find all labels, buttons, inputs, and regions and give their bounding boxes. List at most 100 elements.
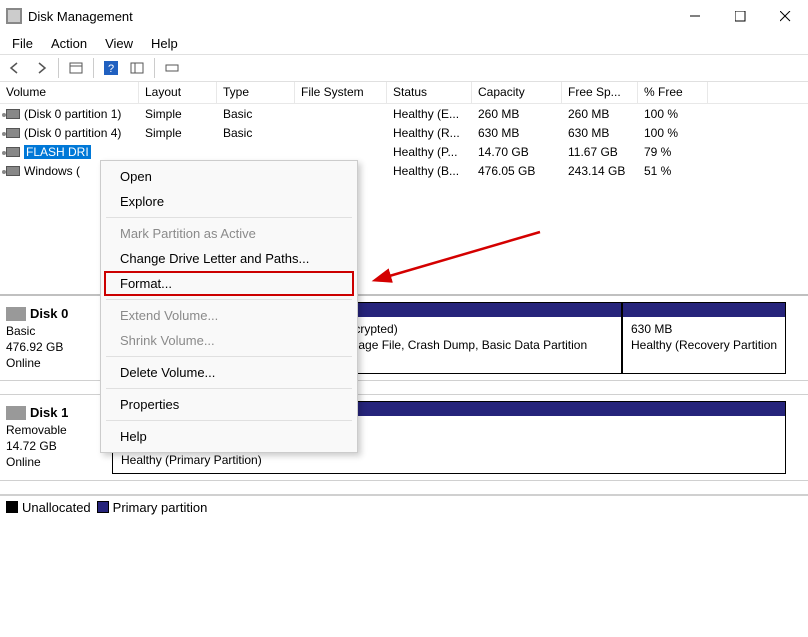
legend-swatch-unallocated <box>6 501 18 513</box>
legend: Unallocated Primary partition <box>0 495 808 519</box>
cell: 243.14 GB <box>562 163 638 179</box>
cell: (Disk 0 partition 4) <box>0 125 139 141</box>
cell: 14.70 GB <box>472 144 562 160</box>
cell: (Disk 0 partition 1) <box>0 106 139 122</box>
context-item-help[interactable]: Help <box>104 424 354 449</box>
cell: Simple <box>139 125 217 141</box>
cell: 260 MB <box>472 106 562 122</box>
app-icon <box>6 8 22 24</box>
context-item-extend-volume: Extend Volume... <box>104 303 354 328</box>
cell: 260 MB <box>562 106 638 122</box>
disk-icon <box>6 307 26 321</box>
maximize-button[interactable] <box>718 1 763 31</box>
toolbar-button-3[interactable] <box>161 57 183 79</box>
context-item-open[interactable]: Open <box>104 164 354 189</box>
cell: Healthy (B... <box>387 163 472 179</box>
volume-row[interactable]: FLASH DRIHealthy (P...14.70 GB11.67 GB79… <box>0 142 808 161</box>
volume-icon <box>6 147 20 157</box>
context-item-mark-partition-as-active: Mark Partition as Active <box>104 221 354 246</box>
cell: Basic <box>217 106 295 122</box>
column-header[interactable]: Status <box>387 82 472 103</box>
partition-desc: Healthy (Primary Partition) <box>121 452 777 468</box>
volume-row[interactable]: (Disk 0 partition 1)SimpleBasic Healthy (… <box>0 104 808 123</box>
column-header[interactable]: Layout <box>139 82 217 103</box>
volume-icon <box>6 109 20 119</box>
context-menu[interactable]: OpenExplore Mark Partition as ActiveChang… <box>100 160 358 453</box>
disk-spacer <box>0 481 808 495</box>
toolbar: ? <box>0 54 808 82</box>
column-header[interactable]: Type <box>217 82 295 103</box>
column-header[interactable]: % Free <box>638 82 708 103</box>
column-header[interactable]: Volume <box>0 82 139 103</box>
cell: 100 % <box>638 125 708 141</box>
context-item-shrink-volume: Shrink Volume... <box>104 328 354 353</box>
disk-info: Disk 1 Removable 14.72 GB Online <box>0 401 112 474</box>
menu-view[interactable]: View <box>97 34 141 53</box>
window-title: Disk Management <box>28 9 133 24</box>
context-separator <box>106 388 352 389</box>
cell <box>139 151 217 153</box>
context-item-explore[interactable]: Explore <box>104 189 354 214</box>
cell <box>295 151 387 153</box>
legend-unallocated-label: Unallocated <box>22 500 91 515</box>
toolbar-button-2[interactable] <box>126 57 148 79</box>
back-button[interactable] <box>4 57 26 79</box>
column-header[interactable]: File System <box>295 82 387 103</box>
close-button[interactable] <box>763 1 808 31</box>
cell <box>295 132 387 134</box>
menu-action[interactable]: Action <box>43 34 95 53</box>
disk-type: Basic <box>6 323 106 339</box>
context-item-properties[interactable]: Properties <box>104 392 354 417</box>
minimize-button[interactable] <box>673 1 718 31</box>
cell: 51 % <box>638 163 708 179</box>
cell: FLASH DRI <box>0 144 139 160</box>
volume-icon <box>6 166 20 176</box>
partition[interactable]: 630 MBHealthy (Recovery Partition <box>622 302 786 374</box>
disk-label: Disk 0 <box>30 306 68 321</box>
disk-size: 14.72 GB <box>6 438 106 454</box>
titlebar: Disk Management <box>0 0 808 32</box>
context-separator <box>106 217 352 218</box>
volume-list-header: VolumeLayoutTypeFile SystemStatusCapacit… <box>0 82 808 104</box>
toolbar-button-1[interactable] <box>65 57 87 79</box>
volume-row[interactable]: (Disk 0 partition 4)SimpleBasic Healthy (… <box>0 123 808 142</box>
cell: 630 MB <box>562 125 638 141</box>
legend-primary-label: Primary partition <box>113 500 208 515</box>
cell: Healthy (R... <box>387 125 472 141</box>
disk-label: Disk 1 <box>30 405 68 420</box>
svg-text:?: ? <box>108 63 114 75</box>
cell: 476.05 GB <box>472 163 562 179</box>
annotation-arrow <box>380 222 550 305</box>
context-separator <box>106 420 352 421</box>
disk-size: 476.92 GB <box>6 339 106 355</box>
cell: 79 % <box>638 144 708 160</box>
disk-info: Disk 0 Basic 476.92 GB Online <box>0 302 112 374</box>
legend-swatch-primary <box>97 501 109 513</box>
context-item-format[interactable]: Format... <box>104 271 354 296</box>
cell: Basic <box>217 125 295 141</box>
column-header[interactable]: Free Sp... <box>562 82 638 103</box>
cell: 630 MB <box>472 125 562 141</box>
disk-icon <box>6 406 26 420</box>
disk-status: Online <box>6 355 106 371</box>
cell <box>295 113 387 115</box>
context-separator <box>106 299 352 300</box>
cell: 11.67 GB <box>562 144 638 160</box>
context-item-delete-volume[interactable]: Delete Volume... <box>104 360 354 385</box>
menu-help[interactable]: Help <box>143 34 186 53</box>
partition-sub: 630 MB <box>631 321 777 337</box>
cell <box>217 151 295 153</box>
forward-button[interactable] <box>30 57 52 79</box>
cell: Healthy (E... <box>387 106 472 122</box>
context-separator <box>106 356 352 357</box>
disk-type: Removable <box>6 422 106 438</box>
menu-file[interactable]: File <box>4 34 41 53</box>
volume-icon <box>6 128 20 138</box>
cell: 100 % <box>638 106 708 122</box>
column-header[interactable]: Capacity <box>472 82 562 103</box>
help-button[interactable]: ? <box>100 57 122 79</box>
cell: Simple <box>139 106 217 122</box>
menubar: FileActionViewHelp <box>0 32 808 54</box>
partition-desc: Healthy (Recovery Partition <box>631 337 777 353</box>
context-item-change-drive-letter-and-paths[interactable]: Change Drive Letter and Paths... <box>104 246 354 271</box>
